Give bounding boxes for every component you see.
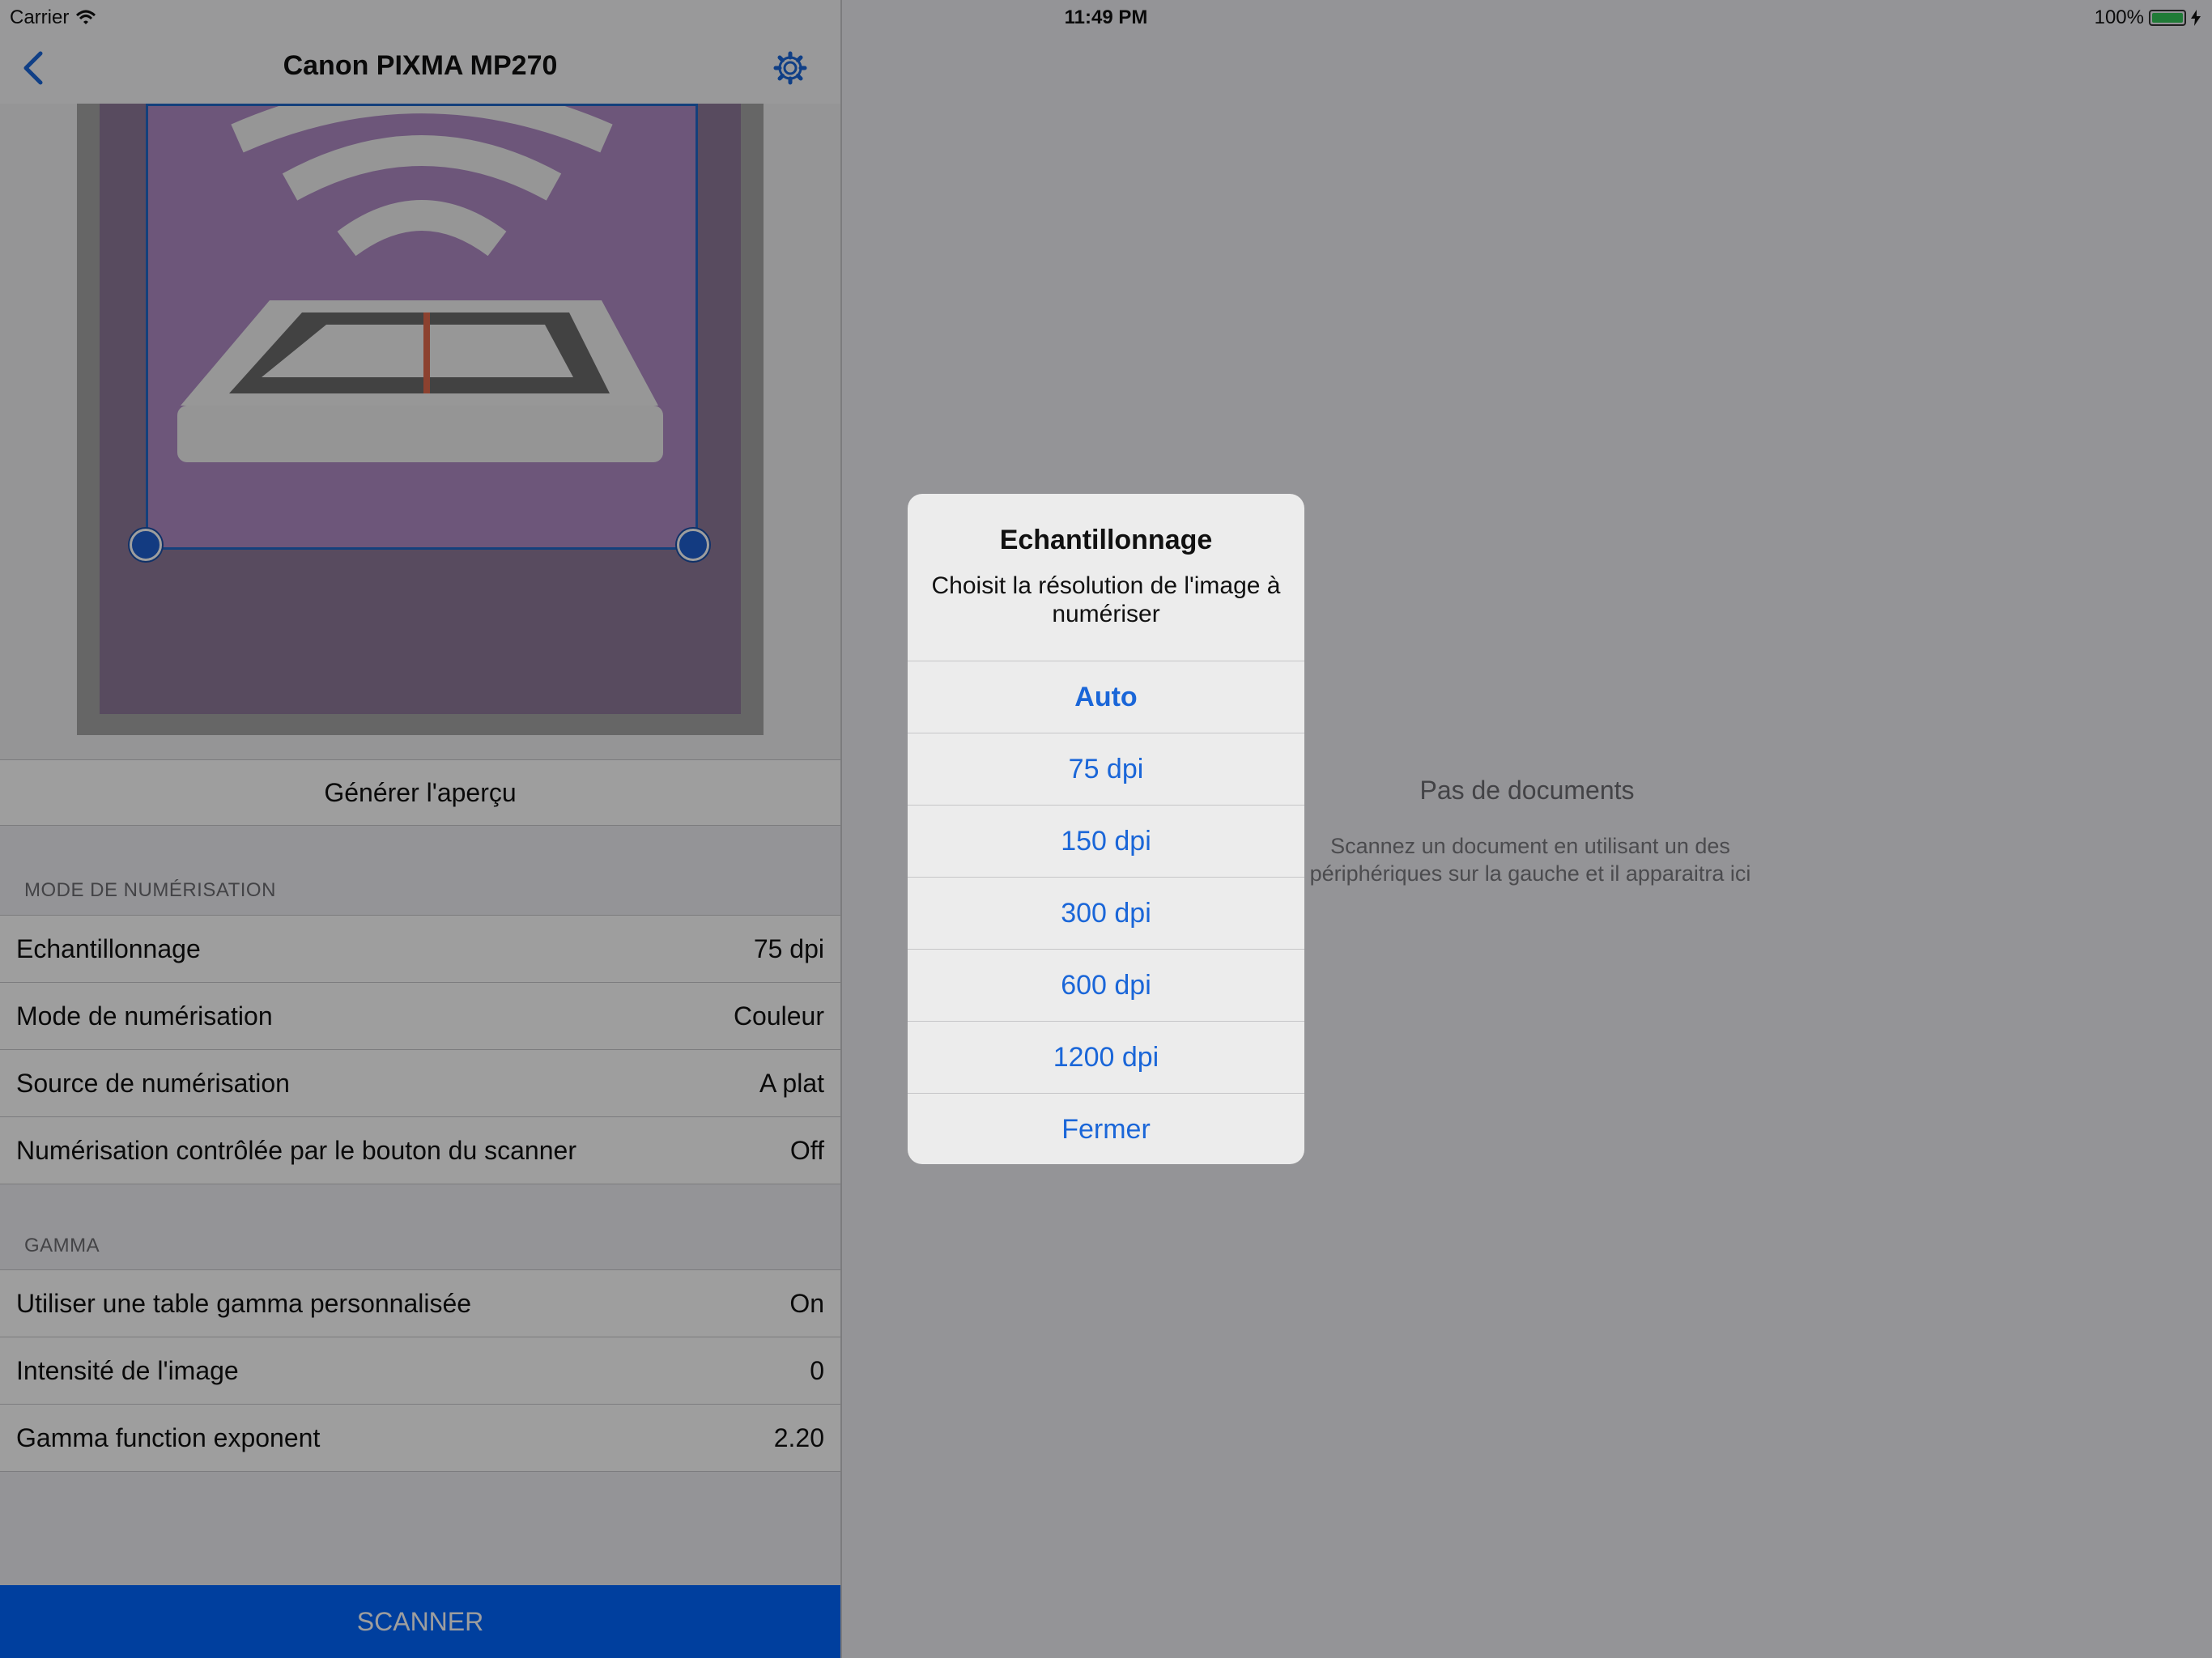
alert-option-150dpi[interactable]: 150 dpi — [908, 806, 1304, 878]
alert-option-600dpi[interactable]: 600 dpi — [908, 950, 1304, 1022]
alert-option-75dpi[interactable]: 75 dpi — [908, 733, 1304, 806]
alert-close-button[interactable]: Fermer — [908, 1094, 1304, 1164]
alert-option-auto[interactable]: Auto — [908, 661, 1304, 733]
alert-option-300dpi[interactable]: 300 dpi — [908, 878, 1304, 950]
alert-option-1200dpi[interactable]: 1200 dpi — [908, 1022, 1304, 1094]
sampling-alert-dialog: Echantillonnage Choisit la résolution de… — [908, 494, 1304, 1164]
alert-header: Echantillonnage Choisit la résolution de… — [908, 494, 1304, 661]
alert-message: Choisit la résolution de l'image à numér… — [931, 572, 1281, 627]
alert-title: Echantillonnage — [999, 525, 1213, 555]
